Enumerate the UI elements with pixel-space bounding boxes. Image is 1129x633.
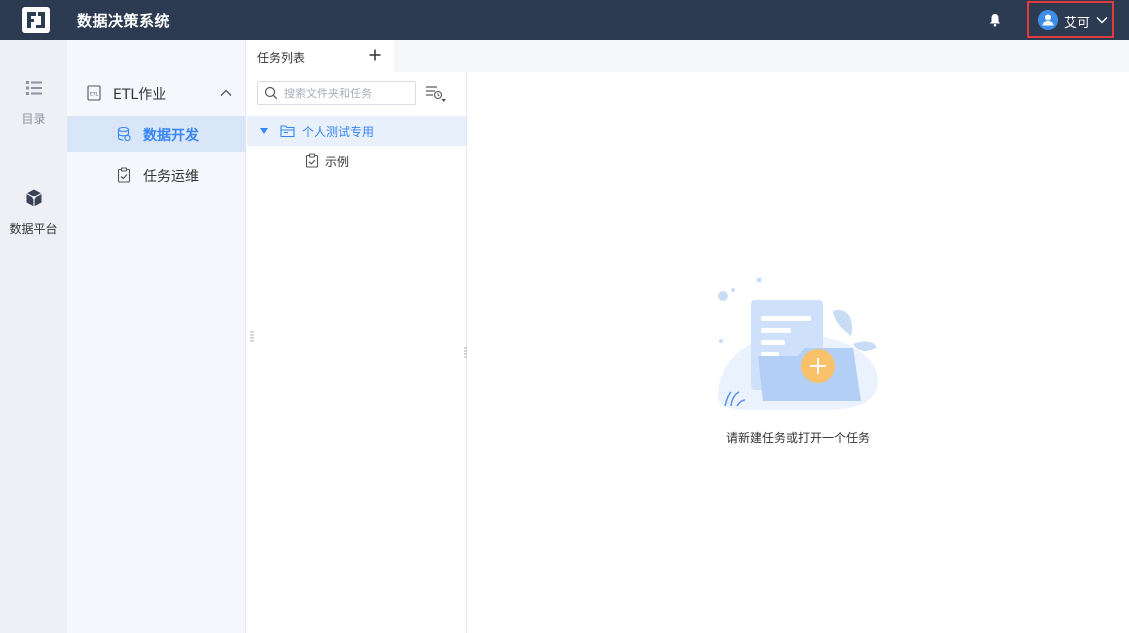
plus-icon[interactable] (368, 48, 382, 62)
nav-item-data-dev[interactable]: 数据开发 (67, 116, 246, 152)
nav-item-task-ops[interactable]: 任务运维 (67, 157, 246, 193)
search-input[interactable] (284, 85, 412, 101)
rail-label-data-platform: 数据平台 (9, 222, 58, 236)
database-icon (117, 126, 131, 142)
list-icon (25, 81, 42, 95)
filter-sort-icon[interactable] (425, 84, 447, 104)
folder-icon (280, 125, 295, 138)
tree-folder[interactable]: 个人测试专用 (247, 116, 466, 146)
user-avatar-icon (1038, 10, 1058, 30)
clipboard-icon (117, 167, 131, 183)
nav-item-label: 任务运维 (143, 169, 199, 185)
caret-down-icon[interactable] (259, 126, 269, 136)
app-title: 数据决策系统 (77, 12, 171, 30)
top-bar: 数据决策系统 艾可 (0, 0, 1129, 40)
main-area: 请新建任务或打开一个任务 (467, 72, 1129, 633)
nav-group-label: ETL作业 (113, 87, 167, 103)
app-logo-icon[interactable] (22, 7, 50, 33)
search-icon (264, 86, 278, 100)
etl-file-icon: ETL (87, 85, 101, 101)
task-list-panel: 个人测试专用 示例 (247, 72, 467, 633)
rail-item-catalog[interactable]: 目录 (0, 78, 67, 127)
tab-task-list[interactable]: 任务列表 (247, 40, 394, 72)
task-clipboard-icon (305, 153, 319, 168)
tab-strip: 任务列表 (247, 40, 1129, 72)
bell-icon[interactable] (987, 12, 1003, 28)
svg-text:ETL: ETL (90, 92, 99, 98)
search-box (257, 81, 416, 105)
rail-label-catalog: 目录 (21, 112, 46, 126)
left-rail: 目录 数据平台 (0, 40, 67, 633)
tree-task[interactable]: 示例 (247, 146, 466, 176)
tab-label: 任务列表 (257, 51, 306, 65)
tree-folder-label: 个人测试专用 (302, 125, 375, 139)
resize-handle-left[interactable] (250, 331, 254, 343)
empty-state-text: 请新建任务或打开一个任务 (725, 431, 870, 445)
cube-icon (25, 189, 42, 207)
chevron-down-icon (1096, 17, 1108, 24)
module-nav: ETL ETL作业 数据开发 任务运维 (67, 40, 246, 633)
nav-item-label: 数据开发 (143, 128, 199, 144)
tree-task-label: 示例 (325, 155, 350, 169)
user-menu-button[interactable]: 艾可 (1027, 1, 1114, 38)
nav-group-etl[interactable]: ETL ETL作业 (67, 78, 246, 108)
rail-item-data-platform[interactable]: 数据平台 (0, 188, 67, 237)
user-name: 艾可 (1064, 16, 1091, 31)
empty-folder-illustration (718, 277, 878, 410)
chevron-up-icon (220, 89, 232, 96)
